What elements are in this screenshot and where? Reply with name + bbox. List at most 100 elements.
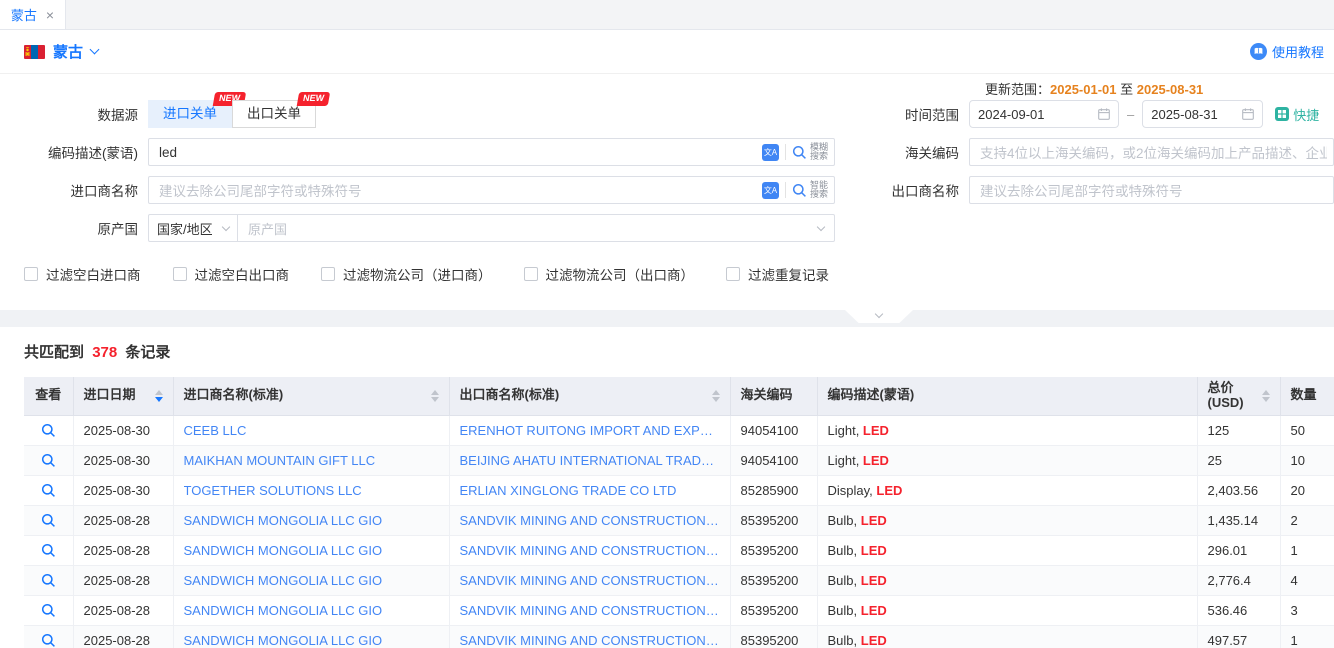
view-detail-button[interactable] <box>41 573 56 588</box>
column-label: 数量 <box>1291 388 1334 403</box>
total-usd-cell: 125 <box>1197 415 1280 445</box>
importer-cell: SANDWICH MONGOLIA LLC GIO <box>173 565 449 595</box>
magnifier-icon <box>41 543 56 558</box>
description-text: Bulb, <box>828 603 861 618</box>
quantity-cell: 2 <box>1280 505 1334 535</box>
translate-icon[interactable]: 文A <box>762 144 779 161</box>
sort-carets-icon[interactable] <box>155 390 163 402</box>
filter-checkbox-0[interactable]: 过滤空白进口商 <box>24 264 141 284</box>
total-usd-cell: 2,403.56 <box>1197 475 1280 505</box>
hs-code-placeholder: 支持4位以上海关编码，或2位海关编码加上产品描述、企业名称 <box>980 142 1327 162</box>
exporter-link[interactable]: SANDVIK MINING AND CONSTRUCTION L... <box>460 603 720 618</box>
tab-import-label: 进口关单 <box>163 106 217 121</box>
exporter-link[interactable]: ERENHOT RUITONG IMPORT AND EXPORT ... <box>460 423 720 438</box>
importer-link[interactable]: SANDWICH MONGOLIA LLC GIO <box>184 603 439 618</box>
importer-link[interactable]: CEEB LLC <box>184 423 439 438</box>
view-cell <box>24 475 73 505</box>
form-row-importer-exporter: 进口商名称 建议去除公司尾部字符或特殊符号 文A 智能 搜索 <box>14 176 1334 204</box>
view-detail-button[interactable] <box>41 423 56 438</box>
checkbox-icon[interactable] <box>321 267 335 281</box>
exporter-link[interactable]: SANDVIK MINING AND CONSTRUCTION L... <box>460 513 720 528</box>
column-header-3[interactable]: 出口商名称(标准) <box>449 377 730 415</box>
view-cell <box>24 565 73 595</box>
column-label: 海关编码 <box>741 388 807 403</box>
import-date-cell: 2025-08-30 <box>73 445 173 475</box>
country-selector[interactable]: 蒙古 <box>24 41 98 62</box>
importer-name-input[interactable]: 建议去除公司尾部字符或特殊符号 文A 智能 搜索 <box>148 176 835 204</box>
view-detail-button[interactable] <box>41 603 56 618</box>
magnifier-icon <box>41 453 56 468</box>
tab-import-declarations[interactable]: 进口关单 NEW <box>148 100 232 128</box>
exporter-cell: SANDVIK MINING AND CONSTRUCTION L... <box>449 625 730 648</box>
translate-icon[interactable]: 文A <box>762 182 779 199</box>
results-table: 查看进口日期进口商名称(标准)出口商名称(标准)海关编码编码描述(蒙语)总价 (… <box>24 377 1334 648</box>
importer-cell: TOGETHER SOLUTIONS LLC <box>173 475 449 505</box>
importer-link[interactable]: SANDWICH MONGOLIA LLC GIO <box>184 633 439 648</box>
tab-export-declarations[interactable]: 出口关单 NEW <box>232 100 316 128</box>
end-date-input[interactable]: 2025-08-31 <box>1142 100 1263 128</box>
exporter-link[interactable]: SANDVIK MINING AND CONSTRUCTION L... <box>460 633 720 648</box>
description-cell: Bulb, LED <box>817 505 1197 535</box>
quantity-cell: 10 <box>1280 445 1334 475</box>
description-highlight: LED <box>863 423 889 438</box>
exporter-link[interactable]: ERLIAN XINGLONG TRADE CO LTD <box>460 483 720 498</box>
column-label: 总价 (USD) <box>1208 381 1256 411</box>
sort-carets-icon[interactable] <box>431 390 439 402</box>
column-header-1[interactable]: 进口日期 <box>73 377 173 415</box>
importer-link[interactable]: SANDWICH MONGOLIA LLC GIO <box>184 513 439 528</box>
view-detail-button[interactable] <box>41 513 56 528</box>
checkbox-icon[interactable] <box>726 267 740 281</box>
calendar-icon <box>1098 108 1110 120</box>
sort-carets-icon[interactable] <box>712 390 720 402</box>
description-highlight: LED <box>861 633 887 648</box>
import-date-cell: 2025-08-30 <box>73 415 173 445</box>
checkbox-icon[interactable] <box>24 267 38 281</box>
quick-select[interactable]: 快捷 <box>1275 105 1319 124</box>
code-desc-input[interactable]: led 文A 模糊 搜索 <box>148 138 835 166</box>
background-band <box>0 310 1334 327</box>
column-label: 出口商名称(标准) <box>460 388 706 403</box>
magnifier-icon <box>792 145 807 160</box>
smart-search-button[interactable]: 智能 搜索 <box>792 181 828 200</box>
exporter-cell: ERLIAN XINGLONG TRADE CO LTD <box>449 475 730 505</box>
table-row: 2025-08-30 MAIKHAN MOUNTAIN GIFT LLC BEIJI… <box>24 445 1334 475</box>
close-icon[interactable]: × <box>46 8 54 22</box>
quantity-cell: 3 <box>1280 595 1334 625</box>
app-header: 蒙古 使用教程 <box>0 30 1334 74</box>
fuzzy-search-button[interactable]: 模糊 搜索 <box>792 143 828 162</box>
exporter-name-input[interactable]: 建议去除公司尾部字符或特殊符号 <box>969 176 1334 204</box>
importer-link[interactable]: TOGETHER SOLUTIONS LLC <box>184 483 439 498</box>
description-highlight: LED <box>876 483 902 498</box>
chevron-down-icon <box>90 45 100 55</box>
chevron-down-icon <box>875 310 883 318</box>
column-header-2[interactable]: 进口商名称(标准) <box>173 377 449 415</box>
checkbox-icon[interactable] <box>524 267 538 281</box>
hs-code-input[interactable]: 支持4位以上海关编码，或2位海关编码加上产品描述、企业名称 <box>969 138 1334 166</box>
importer-link[interactable]: MAIKHAN MOUNTAIN GIFT LLC <box>184 453 439 468</box>
view-detail-button[interactable] <box>41 543 56 558</box>
hs-code-cell: 85395200 <box>730 625 817 648</box>
filter-checkbox-2[interactable]: 过滤物流公司（进口商） <box>321 264 492 284</box>
origin-type-select[interactable]: 国家/地区 <box>148 214 238 242</box>
column-header-6[interactable]: 总价 (USD) <box>1197 377 1280 415</box>
checkbox-icon[interactable] <box>173 267 187 281</box>
tutorial-link[interactable]: 使用教程 <box>1250 42 1324 61</box>
checkbox-label: 过滤空白出口商 <box>195 264 290 284</box>
exporter-link[interactable]: SANDVIK MINING AND CONSTRUCTION L... <box>460 573 720 588</box>
filter-checkbox-3[interactable]: 过滤物流公司（出口商） <box>524 264 695 284</box>
data-source-label: 数据源 <box>14 104 138 124</box>
tab-mongolia[interactable]: 蒙古 × <box>0 0 66 29</box>
exporter-link[interactable]: SANDVIK MINING AND CONSTRUCTION L... <box>460 543 720 558</box>
origin-country-input[interactable]: 原产国 <box>238 214 835 242</box>
start-date-input[interactable]: 2024-09-01 <box>969 100 1119 128</box>
sort-carets-icon[interactable] <box>1262 390 1270 402</box>
exporter-link[interactable]: BEIJING AHATU INTERNATIONAL TRADE C... <box>460 453 720 468</box>
description-cell: Light, LED <box>817 415 1197 445</box>
importer-link[interactable]: SANDWICH MONGOLIA LLC GIO <box>184 573 439 588</box>
view-detail-button[interactable] <box>41 453 56 468</box>
importer-link[interactable]: SANDWICH MONGOLIA LLC GIO <box>184 543 439 558</box>
view-detail-button[interactable] <box>41 633 56 648</box>
filter-checkbox-4[interactable]: 过滤重复记录 <box>726 264 829 284</box>
filter-checkbox-1[interactable]: 过滤空白出口商 <box>173 264 290 284</box>
view-detail-button[interactable] <box>41 483 56 498</box>
